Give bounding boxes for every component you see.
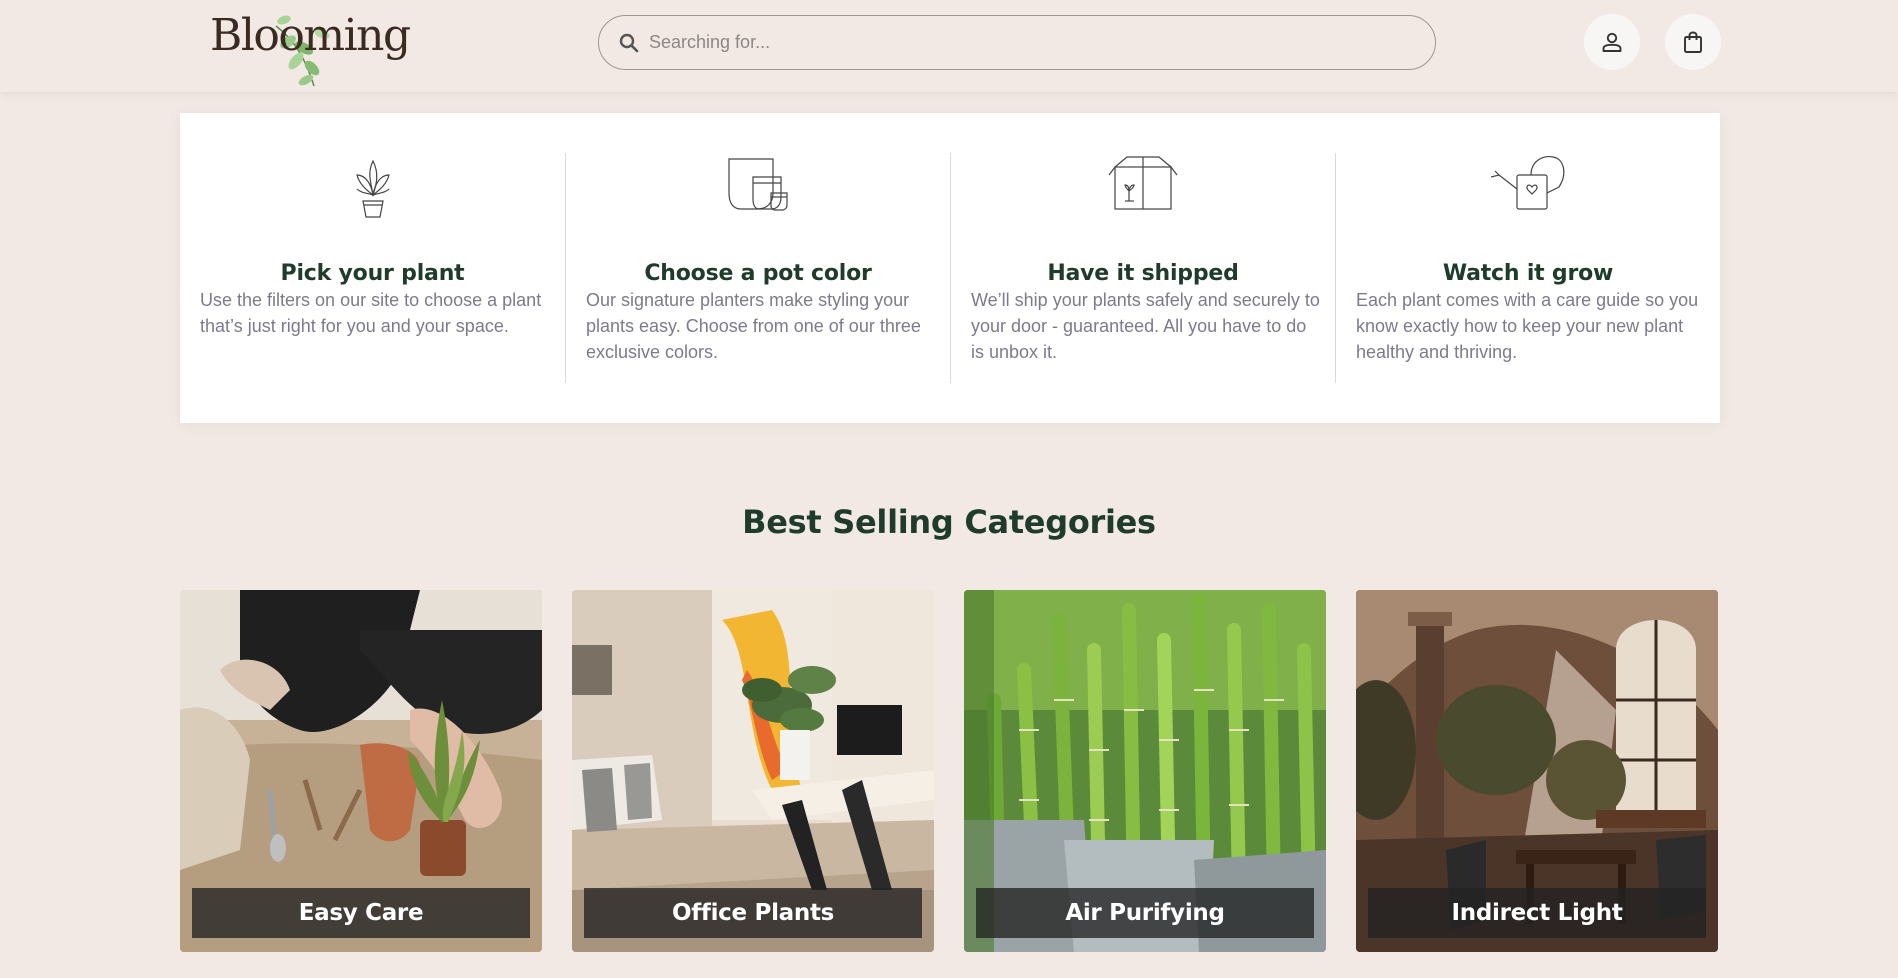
logo[interactable]: Blooming xyxy=(210,6,411,87)
step-description: Use the filters on our site to choose a … xyxy=(200,290,542,336)
category-label: Air Purifying xyxy=(976,888,1314,938)
step-description: Our signature planters make styling your… xyxy=(586,290,921,362)
step-title: Watch it grow xyxy=(1442,261,1614,286)
cart-button[interactable] xyxy=(1665,14,1721,70)
step-pick-plant: Pick your plant Use the filters on our s… xyxy=(180,153,565,383)
category-card-air-purifying[interactable]: Air Purifying xyxy=(964,590,1326,952)
category-card-easy-care[interactable]: Easy Care xyxy=(180,590,542,952)
shopping-bag-icon xyxy=(1684,31,1702,53)
logo-text: Blooming xyxy=(210,10,411,61)
category-label: Easy Care xyxy=(192,888,530,938)
category-label: Office Plants xyxy=(584,888,922,938)
user-icon xyxy=(1602,32,1622,52)
search-bar[interactable] xyxy=(598,15,1436,70)
step-watch-grow: Watch it grow Each plant comes with a ca… xyxy=(1335,153,1720,383)
step-choose-pot: Choose a pot color Our signature planter… xyxy=(565,153,950,383)
pots-icon xyxy=(728,158,788,211)
category-card-indirect-light[interactable]: Indirect Light xyxy=(1356,590,1718,952)
potted-plant-icon xyxy=(355,159,390,218)
watering-can-icon xyxy=(1490,156,1565,210)
step-title: Pick your plant xyxy=(280,261,465,286)
search-input[interactable] xyxy=(649,16,1409,69)
step-title: Choose a pot color xyxy=(644,261,872,286)
step-description: Each plant comes with a care guide so yo… xyxy=(1356,290,1699,362)
site-header: Blooming xyxy=(0,0,1898,92)
category-card-office-plants[interactable]: Office Plants xyxy=(572,590,934,952)
search-icon xyxy=(619,33,639,53)
step-description: We’ll ship your plants safely and secure… xyxy=(971,290,1320,362)
step-shipping: Have it shipped We’ll ship your plants s… xyxy=(950,153,1335,383)
category-label: Indirect Light xyxy=(1368,888,1706,938)
section-title: Best Selling Categories xyxy=(742,503,1156,541)
shipping-box-icon xyxy=(1108,156,1178,210)
account-button[interactable] xyxy=(1584,14,1640,70)
how-it-works-card: Pick your plant Use the filters on our s… xyxy=(180,113,1720,423)
step-title: Have it shipped xyxy=(1047,261,1239,286)
